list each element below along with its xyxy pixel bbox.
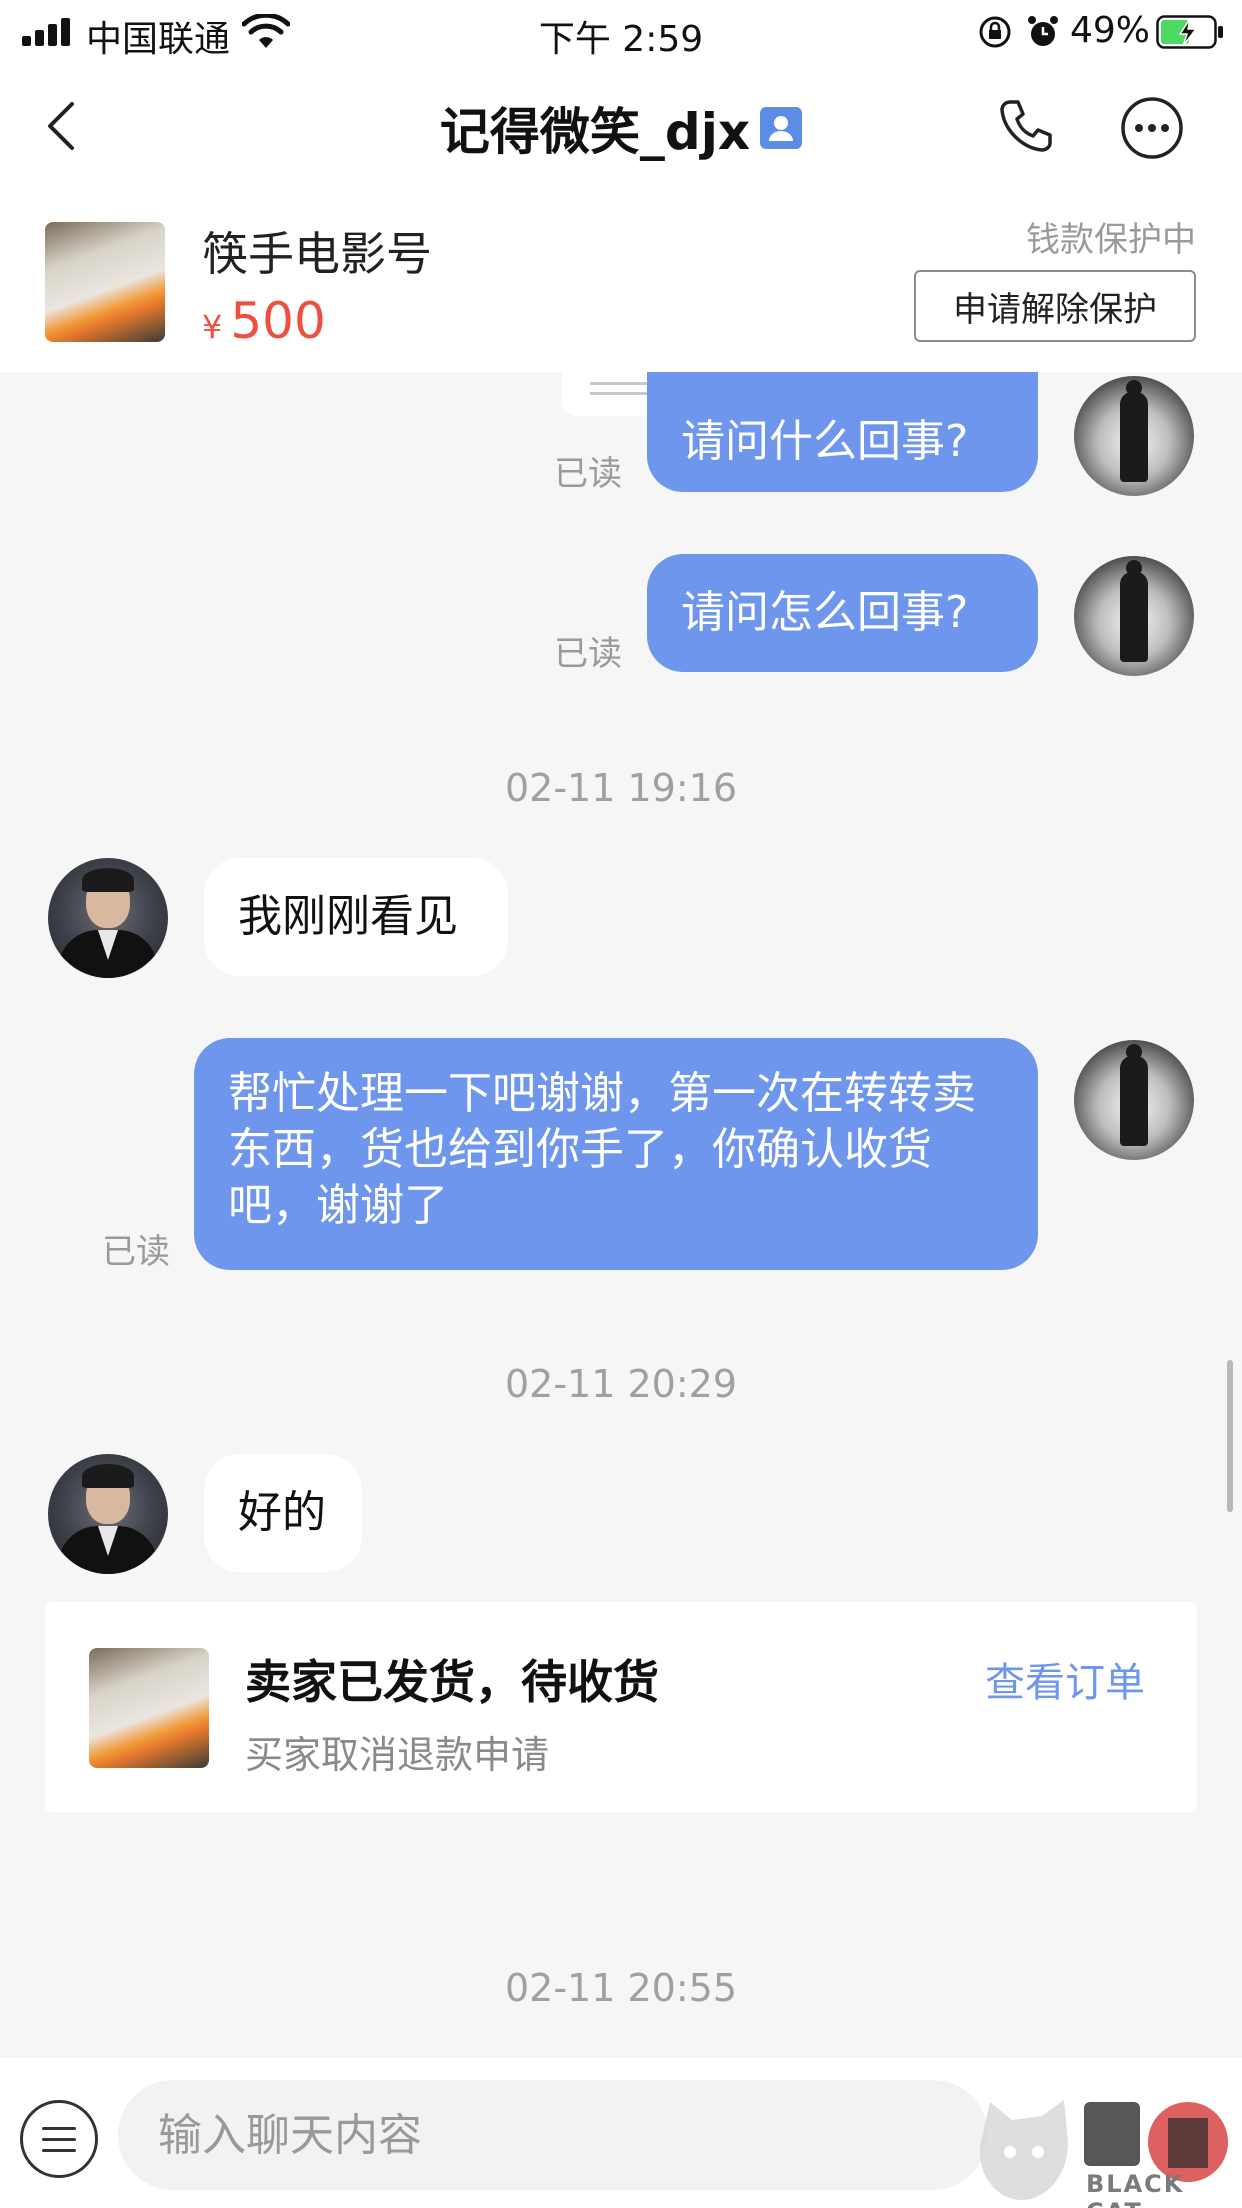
release-protection-button[interactable]: 申请解除保护 [914,270,1196,342]
product-name: 筷手电影号 [202,227,432,281]
menu-icon[interactable] [20,2100,98,2178]
watermark-text: BLACK CAT [1086,2170,1185,2208]
price-value: 500 [230,292,326,350]
message-bubble-received[interactable]: 我刚刚看见 [204,858,508,976]
input-bar [0,2058,1242,2208]
more-options-icon[interactable] [1120,96,1184,160]
message-bubble-received[interactable]: 好的 [204,1454,362,1572]
message-list[interactable]: 已读 请问什么回事? 已读 请问怎么回事? 02-11 19:16 我刚刚看见 … [0,372,1242,2058]
chat-header: 记得微笑_djx [0,62,1242,190]
protection-status: 钱款保护中 [1026,220,1196,260]
contact-card-icon[interactable] [760,107,803,149]
rotation-lock-icon [979,16,1011,48]
battery-charging-icon [1156,15,1223,49]
view-order-link[interactable]: 查看订单 [985,1650,1145,1708]
message-bubble-sent[interactable]: 请问什么回事? [647,372,1038,492]
order-thumbnail [89,1648,209,1768]
product-thumbnail[interactable] [45,222,165,342]
timestamp: 02-11 20:29 [504,1362,737,1406]
order-status-title: 卖家已发货，待收货 [245,1655,659,1709]
timestamp: 02-11 19:16 [504,766,737,810]
timestamp: 02-11 20:55 [504,1966,737,2010]
read-receipt: 已读 [102,1232,170,1272]
message-bubble-sent[interactable]: 帮忙处理一下吧谢谢，第一次在转转卖东西，货也给到你手了，你确认收货吧，谢谢了 [194,1038,1038,1270]
read-receipt: 已读 [554,634,622,674]
product-bar[interactable]: 筷手电影号 ¥500 钱款保护中 申请解除保护 [0,190,1242,372]
scrollbar[interactable] [1227,1360,1233,1512]
my-avatar[interactable] [1074,1040,1194,1160]
product-price: ¥500 [202,292,326,350]
status-bar: 中国联通 下午 2:59 49% [0,0,1242,62]
order-status-card[interactable]: 卖家已发货，待收货 买家取消退款申请 查看订单 [45,1602,1197,1812]
my-avatar[interactable] [1074,556,1194,676]
battery-percent: 49% [1070,10,1151,51]
chat-title: 记得微笑_djx [439,103,751,161]
chat-input[interactable] [118,2080,988,2190]
currency-symbol: ¥ [202,308,223,346]
read-receipt: 已读 [554,454,622,494]
contact-avatar[interactable] [48,1454,168,1574]
my-avatar[interactable] [1074,376,1194,496]
order-status-detail: 买家取消退款申请 [245,1733,550,1777]
contact-avatar[interactable] [48,858,168,978]
alarm-icon [1028,16,1058,46]
phone-icon[interactable] [996,96,1056,156]
message-bubble-sent[interactable]: 请问怎么回事? [647,554,1038,672]
